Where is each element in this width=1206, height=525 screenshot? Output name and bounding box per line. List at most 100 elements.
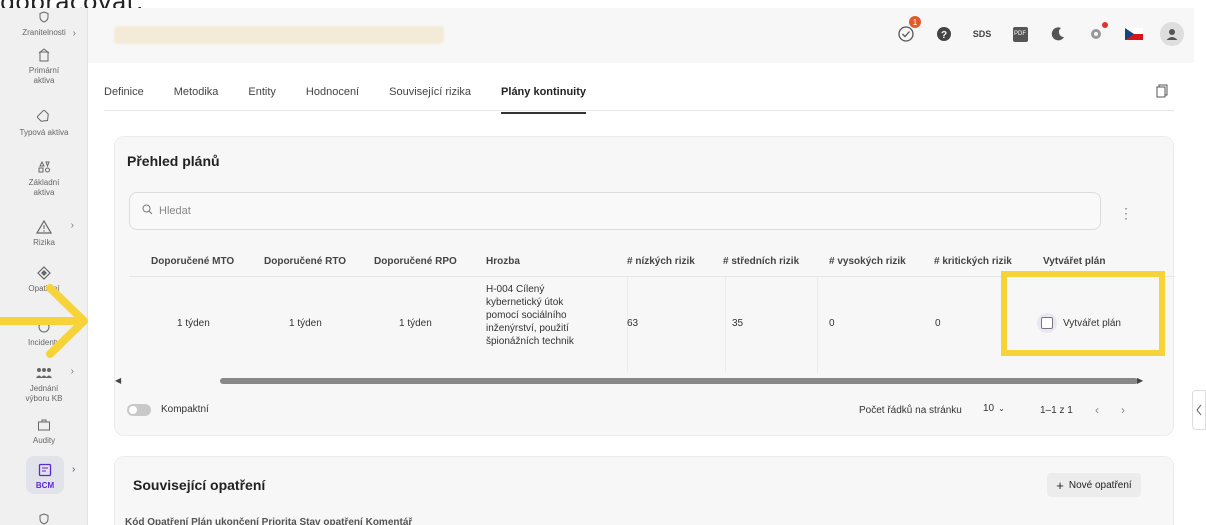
more-options-icon[interactable]: ⋮ (1119, 205, 1133, 222)
next-page-icon[interactable]: › (1121, 403, 1125, 417)
scroll-right-icon[interactable]: ▶ (1137, 376, 1143, 385)
tabs-divider (104, 110, 1174, 111)
sidebar-item-label: BCM (35, 481, 55, 490)
col-high[interactable]: # vysokých rizik (829, 256, 906, 267)
sidebar-item-label: Typová aktiva (19, 128, 69, 137)
new-measure-label: Nové opatření (1068, 479, 1132, 491)
col-create-plan[interactable]: Vytvářet plán (1043, 256, 1105, 267)
tab-entity[interactable]: Entity (248, 80, 276, 114)
prev-page-icon[interactable]: ‹ (1095, 403, 1099, 417)
col-critical[interactable]: # kritických rizik (934, 256, 1012, 267)
sidebar-item-label: Audity (32, 436, 56, 445)
cell-rto: 1 týden (289, 318, 322, 329)
sidebar-item-primarni-aktiva[interactable]: Primární aktiva (0, 46, 88, 86)
sidebar-item-label: Primární aktiva (28, 66, 60, 85)
table-footer: Kompaktní Počet řádků na stránku 10 ⌄ 1–… (127, 401, 1167, 421)
warning-icon (35, 218, 53, 236)
shapes-icon (35, 158, 53, 176)
plus-icon: + (1056, 477, 1064, 493)
cell-hrozba: H-004 Cílený kybernetický útok pomocí so… (486, 284, 574, 347)
search-placeholder: Hledat (159, 205, 191, 217)
shield-icon (35, 510, 53, 525)
arrow-annotation-icon (0, 284, 88, 358)
scroll-left-icon[interactable]: ◀ (115, 376, 121, 385)
cell-critical: 0 (935, 318, 941, 329)
sidebar-item-zranitelnosti[interactable]: Zranitelnosti › (0, 8, 88, 39)
notification-badge: 1 (909, 16, 921, 28)
pdf-label: PDF (1012, 26, 1028, 42)
czech-flag-icon[interactable] (1122, 22, 1146, 46)
cell-mto: 1 týden (177, 318, 210, 329)
blurred-breadcrumb (114, 26, 444, 44)
chevron-right-icon: › (70, 366, 74, 377)
measures-card: Související opatření + Nové opatření Kód… (114, 456, 1174, 525)
tab-hodnoceni[interactable]: Hodnocení (306, 80, 359, 114)
tab-plany-kontinuity[interactable]: Plány kontinuity (501, 80, 587, 114)
cell-low: 63 (627, 318, 639, 329)
building-icon (35, 46, 53, 64)
sidebar-item-zakladni-aktiva[interactable]: Základní aktiva (0, 158, 88, 198)
sidebar-item-typova-aktiva[interactable]: Typová aktiva (0, 108, 88, 138)
settings-icon[interactable] (1084, 22, 1108, 46)
shield-icon (35, 8, 53, 26)
compact-toggle[interactable] (127, 404, 151, 416)
sidebar: Zranitelnosti › Primární aktiva Typová a… (0, 8, 88, 525)
page-info: 1–1 z 1 (1040, 405, 1073, 416)
col-rto[interactable]: Doporučené RTO (264, 256, 346, 267)
sidebar-item-jednani-vyboru[interactable]: Jednání výboru KB › (0, 364, 88, 404)
cell-high: 0 (829, 318, 835, 329)
tab-metodika[interactable]: Metodika (174, 80, 219, 114)
scrollbar-thumb[interactable] (220, 378, 1138, 384)
pdf-icon[interactable]: PDF (1008, 22, 1032, 46)
col-medium[interactable]: # středních rizik (723, 256, 799, 267)
chevron-down-icon: ⌄ (998, 404, 1005, 413)
header-actions: 1 ? SDS PDF (894, 16, 1184, 46)
tag-icon (35, 108, 53, 126)
tab-definice[interactable]: Definice (104, 80, 144, 114)
chevron-right-icon: › (72, 28, 76, 39)
tasks-icon[interactable]: 1 (894, 16, 921, 46)
col-hrozba[interactable]: Hrozba (486, 256, 520, 267)
col-low[interactable]: # nízkých rizik (627, 256, 695, 267)
rows-per-page-select[interactable]: 10 ⌄ (983, 403, 1005, 414)
new-measure-button[interactable]: + Nové opatření (1047, 473, 1141, 497)
chevron-right-icon: › (72, 464, 76, 475)
people-icon (35, 364, 53, 382)
cell-medium: 35 (732, 318, 744, 329)
tab-souvisejici-rizika[interactable]: Související rizika (389, 80, 471, 114)
tab-bar: Definice Metodika Entity Hodnocení Souvi… (104, 80, 616, 114)
collapse-panel-icon[interactable] (1192, 390, 1206, 430)
avatar[interactable] (1160, 22, 1184, 46)
bcm-icon (36, 461, 54, 479)
cell-rpo: 1 týden (399, 318, 432, 329)
column-divider (817, 277, 818, 373)
col-mto[interactable]: Doporučené MTO (151, 256, 234, 267)
rows-per-page-value: 10 (983, 403, 995, 414)
col-rpo[interactable]: Doporučené RPO (374, 256, 457, 267)
horizontal-scrollbar[interactable]: ◀ ▶ (115, 376, 1155, 385)
sidebar-item-label: Zranitelnosti (22, 28, 66, 37)
highlight-box (1001, 271, 1165, 356)
measures-table-header: Kód Opatření Plán ukončení Priorita Stav… (125, 517, 413, 525)
sidebar-item-label: Rizika (33, 238, 55, 247)
card-title: Přehled plánů (127, 153, 220, 169)
dark-mode-icon[interactable] (1046, 22, 1070, 46)
sidebar-item-audity[interactable]: Audity (0, 416, 88, 446)
rows-per-page-label: Počet řádků na stránku (859, 405, 962, 416)
sidebar-item-rizika[interactable]: Rizika › (0, 218, 88, 248)
briefcase-icon (35, 416, 53, 434)
chevron-right-icon: › (70, 220, 74, 231)
sidebar-item-more[interactable] (0, 510, 88, 525)
svg-text:?: ? (941, 30, 947, 41)
compact-label: Kompaktní (161, 404, 209, 415)
card-title: Související opatření (133, 477, 266, 493)
settings-alert-dot (1102, 22, 1108, 28)
search-input[interactable]: Hledat (129, 192, 1101, 230)
copy-icon[interactable] (1156, 84, 1170, 98)
help-icon[interactable]: ? (932, 22, 956, 46)
search-icon (142, 202, 153, 220)
column-divider (725, 277, 726, 373)
sidebar-item-bcm[interactable]: BCM (26, 456, 64, 494)
sds-button[interactable]: SDS (970, 22, 994, 46)
sidebar-item-label: Základní aktiva (28, 178, 60, 197)
